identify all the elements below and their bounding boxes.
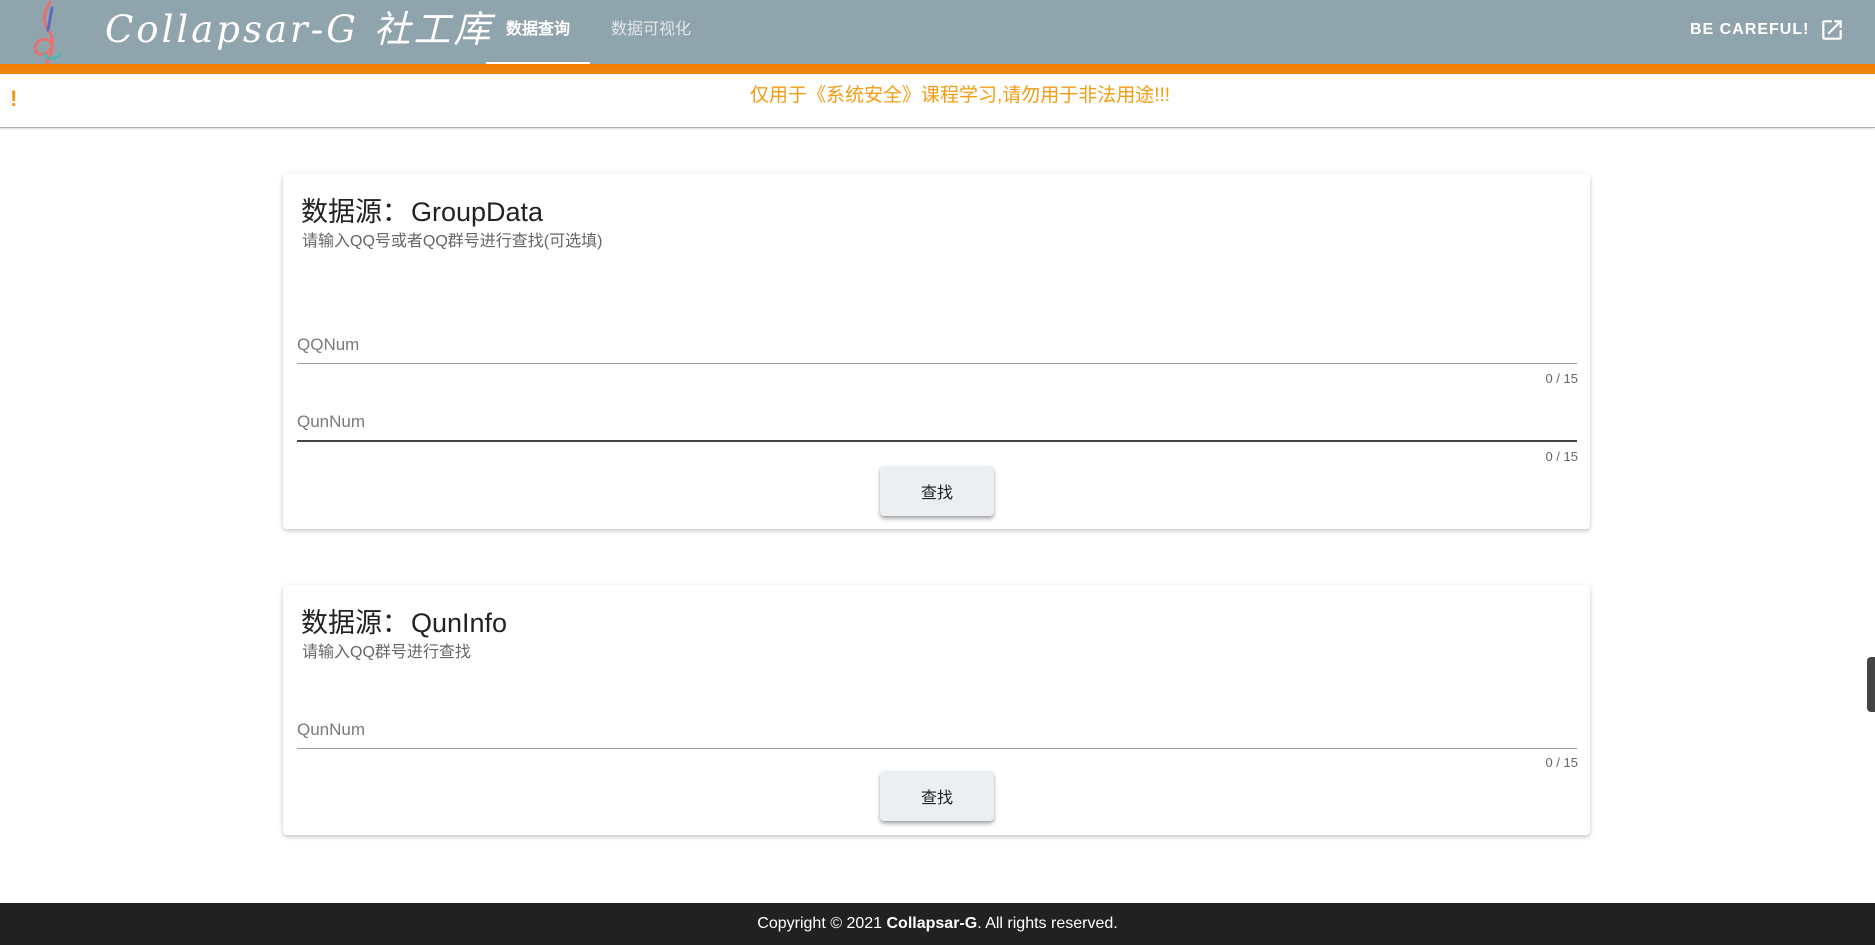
quninfo-search-button[interactable]: 查找 xyxy=(880,771,994,821)
card-subtitle: 请输入QQ号或者QQ群号进行查找(可选填) xyxy=(302,233,603,250)
app-title: Collapsar-G 社工库 xyxy=(105,8,494,51)
footer: Copyright © 2021 Collapsar-G. All rights… xyxy=(0,903,1875,945)
treble-clef-icon xyxy=(33,0,62,72)
tab-data-query[interactable]: 数据查询 xyxy=(486,0,590,64)
top-app-bar: Collapsar-G 社工库 数据查询 数据可视化 BE CAREFUL! xyxy=(0,0,1875,72)
copyright-prefix: Copyright © 2021 xyxy=(757,915,887,932)
be-careful-label: BE CAREFUL! xyxy=(1690,21,1810,38)
header-accent-stripe xyxy=(0,64,1875,74)
copyright-brand: Collapsar-G xyxy=(886,915,978,932)
qunnum-field[interactable] xyxy=(297,394,1577,442)
card-title: 数据源：GroupData xyxy=(301,190,543,229)
be-careful-link[interactable]: BE CAREFUL! xyxy=(1690,14,1845,46)
card-title-source: GroupData xyxy=(411,197,544,227)
groupdata-search-card: 数据源：GroupData 请输入QQ号或者QQ群号进行查找(可选填) 0 / … xyxy=(283,174,1590,529)
qunnum-char-counter: 0 / 15 xyxy=(1545,449,1578,464)
qqnum-input[interactable] xyxy=(297,316,1577,363)
card-title-label: 数据源： xyxy=(301,608,409,638)
warning-banner: ! 仅用于《系统安全》课程学习,请勿用于非法用途!!! xyxy=(0,74,1875,128)
copyright-suffix: . All rights reserved. xyxy=(977,915,1118,932)
warning-text: 仅用于《系统安全》课程学习,请勿用于非法用途!!! xyxy=(749,85,1171,106)
groupdata-search-button[interactable]: 查找 xyxy=(880,466,994,516)
qunnum-char-counter: 0 / 15 xyxy=(1545,755,1578,770)
card-title-label: 数据源： xyxy=(301,197,409,227)
card-title-source: QunInfo xyxy=(411,608,508,638)
quninfo-search-card: 数据源：QunInfo 请输入QQ群号进行查找 0 / 15 查找 xyxy=(283,585,1590,835)
tab-data-visualization[interactable]: 数据可视化 xyxy=(600,0,702,64)
qunnum-field[interactable] xyxy=(297,701,1577,749)
qunnum-input[interactable] xyxy=(297,394,1577,440)
qqnum-char-counter: 0 / 15 xyxy=(1545,371,1578,386)
card-title: 数据源：QunInfo xyxy=(301,601,507,640)
open-in-new-icon xyxy=(1822,20,1843,40)
qunnum-input[interactable] xyxy=(297,701,1577,748)
scroll-handle[interactable] xyxy=(1867,657,1875,712)
card-subtitle: 请输入QQ群号进行查找 xyxy=(302,644,471,661)
qqnum-field[interactable] xyxy=(297,316,1577,364)
